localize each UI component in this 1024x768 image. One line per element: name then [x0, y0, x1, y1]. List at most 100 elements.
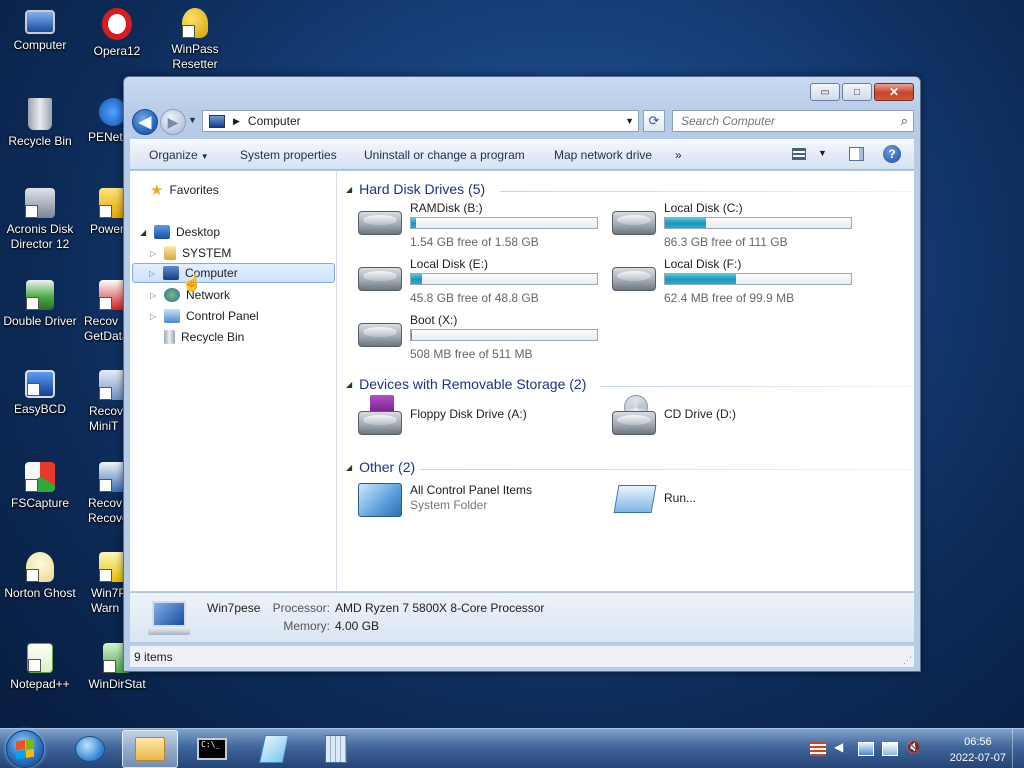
- desktop-icon-recov-minit[interactable]: Recov MiniT: [77, 370, 123, 434]
- drive-boot-x[interactable]: Boot (X:) 508 MB free of 511 MB: [358, 313, 608, 363]
- taskbar-network-app[interactable]: [62, 730, 118, 768]
- desktop-icon-recov-recove[interactable]: Recov Recove: [77, 462, 123, 526]
- breadcrumb-separator-icon[interactable]: ▶: [233, 116, 240, 127]
- drive-name: Local Disk (C:): [664, 201, 743, 215]
- desktop-icon-notepadpp[interactable]: Notepad++: [0, 643, 80, 692]
- hard-disk-icon: [358, 323, 402, 349]
- group-divider: [500, 191, 910, 192]
- search-box[interactable]: ⌕: [672, 110, 914, 132]
- drive-floppy-a[interactable]: Floppy Disk Drive (A:): [358, 395, 608, 435]
- nav-computer[interactable]: ▷ Computer: [132, 263, 335, 283]
- group-other[interactable]: ◢ Other (2): [346, 459, 415, 475]
- desktop-icon-penet[interactable]: PENet: [77, 98, 123, 145]
- drive-c[interactable]: Local Disk (C:) 86.3 GB free of 111 GB: [612, 201, 862, 251]
- drive-ramdisk[interactable]: RAMDisk (B:) 1.54 GB free of 1.58 GB: [358, 201, 608, 251]
- safely-remove-icon[interactable]: [858, 742, 874, 756]
- start-button[interactable]: [6, 730, 44, 768]
- nav-desktop[interactable]: ◢ Desktop: [140, 222, 220, 242]
- desktop-icon-computer[interactable]: Computer: [0, 8, 80, 53]
- desktop-icon-power[interactable]: Power: [77, 188, 123, 237]
- desktop-icon-label: EasyBCD: [13, 402, 66, 416]
- taskbar-notepad[interactable]: [246, 730, 302, 768]
- expand-icon[interactable]: ▷: [150, 291, 160, 300]
- drive-name: RAMDisk (B:): [410, 201, 483, 215]
- desktop-icon-opera[interactable]: Opera12: [77, 8, 157, 59]
- drive-e[interactable]: Local Disk (E:) 45.8 GB free of 48.8 GB: [358, 257, 608, 307]
- system-clock[interactable]: 06:56 2022-07-07: [950, 734, 1006, 766]
- desktop-icon-win7p-warn[interactable]: Win7P Warn: [77, 552, 123, 616]
- easybcd-icon: [25, 370, 55, 398]
- desktop-icon-easybcd[interactable]: EasyBCD: [0, 370, 80, 417]
- item-name: Run...: [664, 491, 697, 505]
- nav-system[interactable]: ▷ SYSTEM: [150, 243, 231, 263]
- more-commands-button[interactable]: »: [675, 148, 682, 162]
- us-flag-language-icon[interactable]: [810, 742, 826, 756]
- recent-pages-dropdown[interactable]: ▼: [188, 115, 197, 125]
- expand-icon[interactable]: ▷: [150, 312, 160, 321]
- desktop-icon-acronis[interactable]: Acronis Disk Director 12: [0, 188, 80, 252]
- penet-icon: [99, 98, 123, 126]
- taskbar-command-prompt[interactable]: C:\_: [184, 730, 240, 768]
- run-dialog-item[interactable]: Run...: [612, 481, 862, 521]
- map-network-drive-button[interactable]: Map network drive: [554, 148, 652, 162]
- expand-icon[interactable]: ▷: [149, 269, 159, 278]
- group-removable-storage[interactable]: ◢ Devices with Removable Storage (2): [346, 376, 586, 392]
- address-bar[interactable]: ▶ Computer ▼: [202, 110, 639, 132]
- refresh-button[interactable]: ⟳: [643, 110, 665, 132]
- system-properties-button[interactable]: System properties: [240, 148, 337, 162]
- drive-cd-d[interactable]: CD Drive (D:): [612, 395, 862, 435]
- volume-muted-icon[interactable]: 🔇: [906, 740, 922, 754]
- control-panel-icon: [164, 309, 180, 323]
- address-dropdown-icon[interactable]: ▼: [625, 116, 634, 126]
- organize-button[interactable]: Organize ▼: [149, 148, 209, 162]
- desktop-icon-label: Acronis Disk Director 12: [6, 222, 74, 251]
- change-view-icon[interactable]: [792, 148, 806, 160]
- expand-icon[interactable]: ▷: [150, 249, 160, 258]
- nav-recycle-bin[interactable]: Recycle Bin: [164, 327, 244, 347]
- help-button[interactable]: ?: [883, 145, 901, 163]
- breadcrumb-computer[interactable]: Computer: [248, 114, 301, 128]
- drive-name: Local Disk (E:): [410, 257, 489, 271]
- desktop-icon-fscapture[interactable]: FSCapture: [0, 462, 80, 511]
- desktop-icon-recov-getdata[interactable]: Recov GetData: [77, 280, 123, 344]
- desktop-icon-label: Computer: [13, 38, 67, 52]
- minimize-button[interactable]: ▭: [810, 83, 840, 101]
- folder-icon: [135, 737, 165, 761]
- ghost-icon: [26, 552, 54, 582]
- network-status-icon[interactable]: [882, 742, 898, 756]
- uninstall-program-button[interactable]: Uninstall or change a program: [364, 148, 525, 162]
- desktop-icon-norton-ghost[interactable]: Norton Ghost: [0, 552, 80, 601]
- processor-label: Processor:: [272, 601, 330, 615]
- desktop-icon-winpass[interactable]: WinPass Resetter: [155, 8, 235, 72]
- preview-pane-button[interactable]: [849, 147, 864, 161]
- drive-free-space: 508 MB free of 511 MB: [410, 347, 533, 361]
- desktop-icon-label: Win7P Warn: [91, 586, 123, 615]
- show-hidden-icons-icon[interactable]: ◀: [834, 740, 850, 754]
- maximize-button[interactable]: □: [842, 83, 872, 101]
- view-options-dropdown-icon[interactable]: ▼: [818, 148, 827, 158]
- taskbar-calculator[interactable]: [308, 730, 364, 768]
- resize-grip-icon[interactable]: ⋰: [903, 655, 912, 666]
- drive-free-space: 62.4 MB free of 99.9 MB: [664, 291, 795, 305]
- nav-control-panel[interactable]: ▷ Control Panel: [150, 306, 259, 326]
- drive-f[interactable]: Local Disk (F:) 62.4 MB free of 99.9 MB: [612, 257, 862, 307]
- network-icon: [164, 288, 180, 302]
- desktop-icon-recycle-bin[interactable]: Recycle Bin: [0, 98, 80, 149]
- nav-favorites[interactable]: ★ Favorites: [150, 180, 219, 200]
- all-control-panel-items[interactable]: All Control Panel Items System Folder: [358, 481, 608, 521]
- search-input[interactable]: [681, 114, 881, 128]
- desktop-icon-double-driver[interactable]: Double Driver: [0, 280, 80, 329]
- show-desktop-button[interactable]: [1012, 729, 1024, 768]
- forward-button[interactable]: ▶: [160, 109, 186, 135]
- details-pane: Win7pese Processor: AMD Ryzen 7 5800X 8-…: [130, 592, 914, 642]
- back-button[interactable]: ◀: [132, 109, 158, 135]
- taskbar-explorer[interactable]: [122, 730, 178, 768]
- search-icon[interactable]: ⌕: [901, 113, 908, 129]
- nav-system-label: SYSTEM: [182, 246, 232, 260]
- group-removable-label: Devices with Removable Storage (2): [359, 376, 587, 392]
- terminal-icon: C:\_: [197, 738, 227, 760]
- close-button[interactable]: ✕: [874, 83, 914, 101]
- collapse-icon[interactable]: ◢: [140, 228, 150, 237]
- group-hard-disk-drives[interactable]: ◢ Hard Disk Drives (5): [346, 181, 485, 197]
- drive-name: Local Disk (F:): [664, 257, 742, 271]
